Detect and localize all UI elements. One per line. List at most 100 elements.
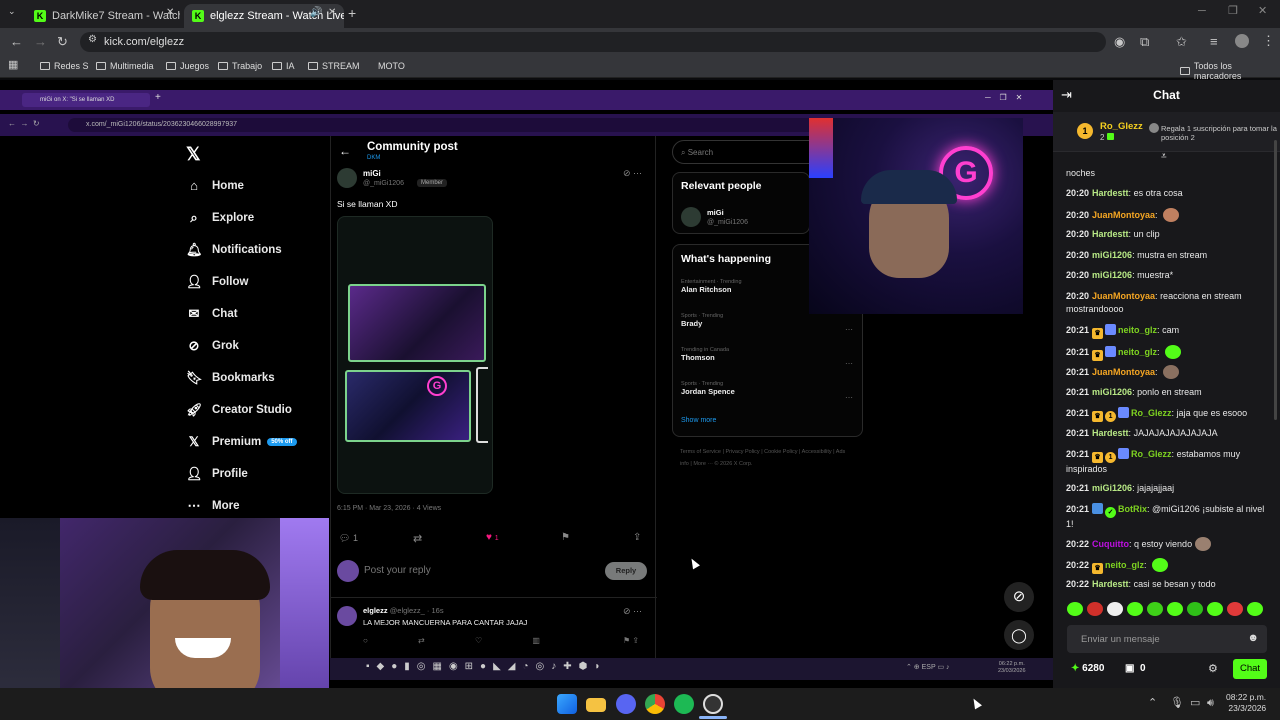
username[interactable]: Hardestt	[1092, 428, 1129, 438]
reload-icon[interactable]: ↻	[57, 35, 68, 48]
back-icon[interactable]: ←	[10, 35, 23, 48]
emote-icon[interactable]	[1187, 602, 1203, 616]
username[interactable]: neito_glz	[1118, 325, 1157, 335]
username[interactable]: Ro_Glezz	[1131, 408, 1172, 418]
points-icon: ✦	[1071, 663, 1080, 674]
profile-avatar[interactable]	[1235, 34, 1249, 48]
tab-darkmike[interactable]: K DarkMike7 Stream - Watch Live	[26, 4, 180, 28]
emote-icon[interactable]	[1227, 602, 1243, 616]
emote-icon[interactable]	[1207, 602, 1223, 616]
volume-icon[interactable]: 🔊︎	[1207, 698, 1214, 709]
person-handle: @_miGi1206	[707, 219, 748, 226]
menu-icon[interactable]: ⋮	[1262, 34, 1275, 47]
username[interactable]: Cuquitto	[1092, 539, 1129, 549]
media-icon[interactable]: ≡	[1210, 35, 1218, 48]
username[interactable]: miGi1206	[1092, 250, 1132, 260]
username[interactable]: neito_glz	[1105, 560, 1144, 570]
folder-icon	[96, 62, 106, 70]
extension-icon[interactable]: ◉	[1114, 35, 1125, 48]
happening-title: What's happening	[681, 253, 771, 265]
network-icon[interactable]: ▭	[1190, 698, 1200, 709]
bookmark-folder[interactable]: STREAM	[308, 61, 360, 71]
reply-author-avatar	[337, 606, 357, 626]
emote-icon[interactable]	[1167, 602, 1183, 616]
nav-explore: ⌕ Explore	[186, 210, 254, 226]
username[interactable]: Hardestt	[1092, 579, 1129, 589]
channel-points[interactable]: ✦ 6280	[1071, 663, 1104, 674]
username[interactable]: neito_glz	[1118, 347, 1157, 357]
inner-taskbar-icons: ▪◆●▮◎▦◉⊞●◣◢◔◎♪✚⬢◗	[366, 661, 608, 672]
gift-counter[interactable]: ▣ 0	[1125, 663, 1146, 674]
emote-icon[interactable]	[1147, 602, 1163, 616]
tab-list-icon[interactable]: ⌄	[8, 7, 16, 16]
inner-date: 23/03/2026	[998, 668, 1026, 674]
new-tab-icon[interactable]: +	[348, 6, 356, 20]
chrome-icon[interactable]	[645, 694, 665, 714]
grok-icon: ⊘ ⋯	[623, 606, 643, 616]
puzzle-icon[interactable]: ⧉	[1140, 35, 1149, 48]
bookmark-folder[interactable]: IA	[272, 61, 295, 71]
trend-item: Trending in Canada Thomson	[681, 347, 729, 362]
username[interactable]: JuanMontoyaa	[1092, 210, 1155, 220]
bookmark-folder[interactable]: Redes S	[40, 61, 89, 71]
bookmark-link[interactable]: MOTO	[378, 61, 405, 71]
username[interactable]: Ro_Glezz	[1131, 449, 1172, 459]
chat-message: 20:20 Hardestt: un clip	[1066, 229, 1160, 239]
microphone-icon[interactable]: 🎙︎	[1170, 698, 1184, 709]
sub-badge-icon	[1105, 346, 1117, 357]
username[interactable]: JuanMontoyaa	[1092, 291, 1155, 301]
obs-icon[interactable]	[703, 694, 723, 714]
message-text: muestra*	[1137, 270, 1174, 280]
username[interactable]: miGi1206	[1092, 270, 1132, 280]
all-bookmarks[interactable]: Todos los marcadores	[1180, 61, 1280, 81]
apps-icon[interactable]: ▦	[8, 60, 18, 71]
media-image: G	[345, 370, 471, 442]
minimize-icon[interactable]: ─	[1198, 6, 1206, 17]
close-window-icon[interactable]: ✕	[1258, 6, 1267, 17]
emote-icon[interactable]	[1087, 602, 1103, 616]
url-field[interactable]: ⚙ kick.com/elglezz	[80, 32, 1106, 52]
chat-scrollbar[interactable]	[1274, 140, 1277, 420]
favorites-icon[interactable]: ✩	[1176, 35, 1187, 48]
expand-icon[interactable]: ⩡	[1161, 152, 1167, 162]
speaker-icon[interactable]: 🔊	[310, 8, 322, 18]
mail-icon: ✉	[188, 306, 200, 321]
reply-text: LA MEJOR MANCUERNA PARA CANTAR JAJAJ	[363, 618, 528, 627]
site-info-icon[interactable]: ⚙	[88, 35, 97, 45]
discord-icon[interactable]	[616, 694, 636, 714]
username[interactable]: JuanMontoyaa	[1092, 367, 1155, 377]
reply-button: Reply	[605, 562, 647, 580]
forward-icon[interactable]: →	[34, 35, 47, 48]
inner-tab: miGi on X: "Si se llaman XD	[22, 93, 150, 107]
username[interactable]: miGi1206	[1092, 483, 1132, 493]
username[interactable]: miGi1206	[1092, 387, 1132, 397]
clock[interactable]: 08:22 p.m. 23/3/2026	[1226, 692, 1266, 714]
start-menu-icon[interactable]	[557, 694, 577, 714]
spotify-icon[interactable]	[674, 694, 694, 714]
bookmark-folder[interactable]: Trabajo	[218, 61, 262, 71]
post-author: miGi	[363, 169, 381, 178]
emote-icon[interactable]	[1107, 602, 1123, 616]
chat-input[interactable]: Enviar un mensaje ☻	[1067, 625, 1267, 653]
close-tab-icon[interactable]: ✕	[328, 8, 336, 18]
reply-count: 1	[352, 533, 358, 543]
tray-overflow-icon[interactable]: ⌃	[1148, 698, 1157, 709]
emote-icon[interactable]	[1247, 602, 1263, 616]
more-icon: ⋯ ⋯ ⋯	[845, 325, 853, 402]
send-chat-button[interactable]: Chat	[1233, 659, 1267, 679]
file-explorer-icon[interactable]	[586, 698, 606, 712]
emoji-picker-icon[interactable]: ☻	[1247, 632, 1259, 644]
emote-icon[interactable]	[1067, 602, 1083, 616]
emote-icon[interactable]	[1127, 602, 1143, 616]
username[interactable]: Hardestt	[1092, 229, 1129, 239]
relevant-title: Relevant people	[681, 180, 762, 192]
username[interactable]: BotRix	[1118, 504, 1147, 514]
username[interactable]: Hardestt	[1092, 188, 1129, 198]
top-gifter-name[interactable]: Ro_Glezz	[1100, 121, 1143, 132]
reply-handle: @elglezz_ · 16s	[389, 606, 444, 615]
bookmark-folder[interactable]: Multimedia	[96, 61, 154, 71]
bookmark-folder[interactable]: Juegos	[166, 61, 209, 71]
settings-gear-icon[interactable]: ⚙	[1208, 664, 1218, 675]
maximize-icon[interactable]: ❐	[1228, 6, 1238, 17]
close-tab-icon[interactable]: ✕	[166, 8, 174, 18]
